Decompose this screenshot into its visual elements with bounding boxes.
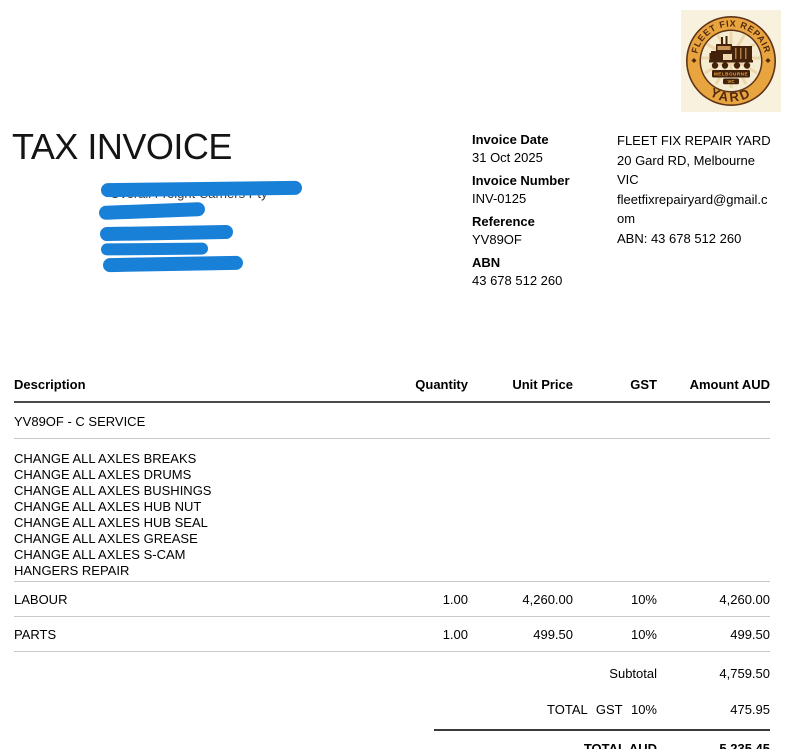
item-gst: 10% bbox=[573, 616, 657, 652]
service-item: CHANGE ALL AXLES DRUMS bbox=[14, 467, 192, 482]
totals-section: Subtotal 4,759.50 TOTAL GST 10% 475.95 T… bbox=[434, 652, 770, 749]
service-item: HANGERS REPAIR bbox=[14, 563, 130, 578]
invoice-meta: Invoice Date 31 Oct 2025 Invoice Number … bbox=[472, 131, 612, 295]
company-logo: MELBOURNE VIC FLEET FIX REPAIR YARD bbox=[681, 10, 781, 112]
line-items-table: Description Quantity Unit Price GST Amou… bbox=[14, 377, 770, 652]
table-header-row: Description Quantity Unit Price GST Amou… bbox=[14, 377, 770, 403]
header-quantity: Quantity bbox=[358, 377, 468, 403]
redaction-stroke bbox=[99, 224, 234, 242]
item-unit-price: 499.50 bbox=[468, 616, 573, 652]
service-item: CHANGE ALL AXLES S-CAM bbox=[14, 547, 186, 562]
header-unit-price: Unit Price bbox=[468, 377, 573, 403]
company-address: 20 Gard RD, Melbourne VIC bbox=[617, 152, 756, 188]
invoice-page: MELBOURNE VIC FLEET FIX REPAIR YARD TAX … bbox=[0, 0, 800, 749]
invoice-date-label: Invoice Date bbox=[472, 132, 549, 147]
service-items-list: CHANGE ALL AXLES BREAKS CHANGE ALL AXLES… bbox=[14, 438, 770, 582]
abn-value: 43 678 512 260 bbox=[472, 273, 563, 288]
table-row: PARTS 1.00 499.50 10% 499.50 bbox=[14, 616, 770, 652]
company-abn: ABN: 43 678 512 260 bbox=[617, 230, 742, 246]
company-name: FLEET FIX REPAIR YARD bbox=[617, 133, 771, 148]
service-item: CHANGE ALL AXLES GREASE bbox=[14, 531, 198, 546]
total-aud-label: TOTAL AUD bbox=[583, 741, 657, 749]
reference-field: Reference YV89OF bbox=[472, 213, 612, 249]
item-description: LABOUR bbox=[14, 581, 358, 617]
invoice-number-field: Invoice Number INV-0125 bbox=[472, 172, 612, 208]
table-row: CHANGE ALL AXLES BREAKS CHANGE ALL AXLES… bbox=[14, 438, 770, 582]
item-gst: 10% bbox=[573, 581, 657, 617]
total-gst-value: 475.95 bbox=[730, 702, 770, 717]
page-title: TAX INVOICE bbox=[12, 126, 232, 167]
total-aud-row: TOTAL AUD 5,235.45 bbox=[434, 729, 770, 749]
company-email: fleetfixrepairyard@gmail.com bbox=[617, 191, 768, 227]
item-quantity: 1.00 bbox=[358, 581, 468, 617]
service-item: CHANGE ALL AXLES BREAKS bbox=[14, 451, 197, 466]
reference-label: Reference bbox=[472, 214, 535, 229]
item-amount: 499.50 bbox=[657, 616, 770, 652]
redaction-stroke bbox=[102, 255, 244, 273]
invoice-date-field: Invoice Date 31 Oct 2025 bbox=[472, 131, 612, 167]
table-row: YV89OF - C SERVICE bbox=[14, 402, 770, 439]
item-quantity: 1.00 bbox=[358, 616, 468, 652]
service-item: CHANGE ALL AXLES HUB NUT bbox=[14, 499, 202, 514]
line-items-section: Description Quantity Unit Price GST Amou… bbox=[14, 377, 770, 749]
invoice-number-value: INV-0125 bbox=[472, 191, 527, 206]
item-unit-price: 4,260.00 bbox=[468, 581, 573, 617]
total-aud-value: 5,235.45 bbox=[719, 741, 770, 749]
item-amount: 4,260.00 bbox=[657, 581, 770, 617]
header-amount-aud: Amount AUD bbox=[657, 377, 770, 403]
service-item: CHANGE ALL AXLES BUSHINGS bbox=[14, 483, 212, 498]
abn-label: ABN bbox=[472, 255, 501, 270]
total-gst-row: TOTAL GST 10% 475.95 bbox=[434, 687, 770, 723]
table-row: LABOUR 1.00 4,260.00 10% 4,260.00 bbox=[14, 581, 770, 617]
fleet-fix-repair-yard-logo-icon: MELBOURNE VIC FLEET FIX REPAIR YARD bbox=[681, 10, 781, 112]
redaction-stroke bbox=[100, 242, 209, 256]
subtotal-row: Subtotal 4,759.50 bbox=[434, 652, 770, 687]
header-description: Description bbox=[14, 377, 358, 403]
subtotal-label: Subtotal bbox=[609, 666, 657, 681]
service-item: CHANGE ALL AXLES HUB SEAL bbox=[14, 515, 208, 530]
invoice-date-value: 31 Oct 2025 bbox=[472, 150, 543, 165]
abn-field: ABN 43 678 512 260 bbox=[472, 254, 612, 290]
total-gst-label: TOTAL GST 10% bbox=[547, 702, 657, 717]
header-gst: GST bbox=[573, 377, 657, 403]
redaction-stroke bbox=[98, 201, 206, 221]
logo-banner-state: VIC bbox=[728, 79, 735, 84]
reference-value: YV89OF bbox=[472, 232, 522, 247]
redaction-stroke bbox=[100, 180, 303, 198]
item-description: PARTS bbox=[14, 616, 358, 652]
logo-banner-city: MELBOURNE bbox=[714, 72, 748, 77]
invoice-number-label: Invoice Number bbox=[472, 173, 570, 188]
company-details: FLEET FIX REPAIR YARD 20 Gard RD, Melbou… bbox=[617, 131, 773, 248]
subtotal-value: 4,759.50 bbox=[719, 666, 770, 681]
service-title: YV89OF - C SERVICE bbox=[14, 402, 770, 439]
